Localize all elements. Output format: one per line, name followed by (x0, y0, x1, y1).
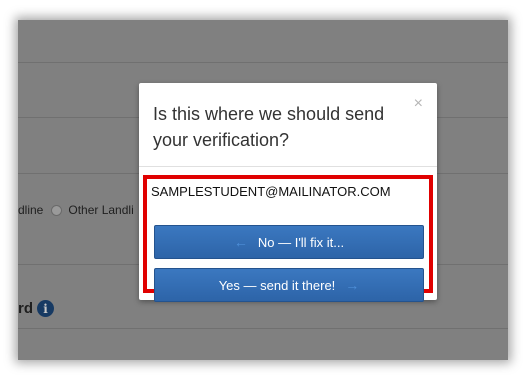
background-field-label-text: rd (18, 300, 33, 317)
background-radio-label-partial: dline (18, 203, 44, 217)
other-landline-label: Other Landli (68, 203, 134, 217)
background-divider (18, 328, 508, 329)
background-divider (18, 62, 508, 63)
no-fix-it-button-label: No — I'll fix it... (257, 234, 345, 250)
modal-header: Is this where we should send your verifi… (139, 83, 437, 167)
close-icon[interactable]: × (414, 95, 423, 113)
verification-email: SAMPLESTUDENT@MAILINATOR.COM (151, 184, 391, 199)
background-phone-type-row: dline Other Landli (18, 200, 134, 220)
modal-title: Is this where we should send your verifi… (153, 104, 385, 150)
screenshot-frame: dline Other Landli rd i Is this where we… (18, 20, 508, 360)
arrow-right-icon: → (345, 277, 360, 293)
yes-send-button[interactable]: Yes — send it there! → (154, 268, 424, 302)
other-landline-radio[interactable] (51, 204, 63, 216)
background-field-label: rd i (18, 300, 54, 317)
info-icon[interactable]: i (37, 300, 54, 317)
no-fix-it-button[interactable]: ← No — I'll fix it... (154, 225, 424, 259)
verification-modal: Is this where we should send your verifi… (139, 83, 437, 302)
arrow-left-icon: ← (233, 234, 248, 250)
yes-send-button-label: Yes — send it there! (218, 277, 336, 293)
